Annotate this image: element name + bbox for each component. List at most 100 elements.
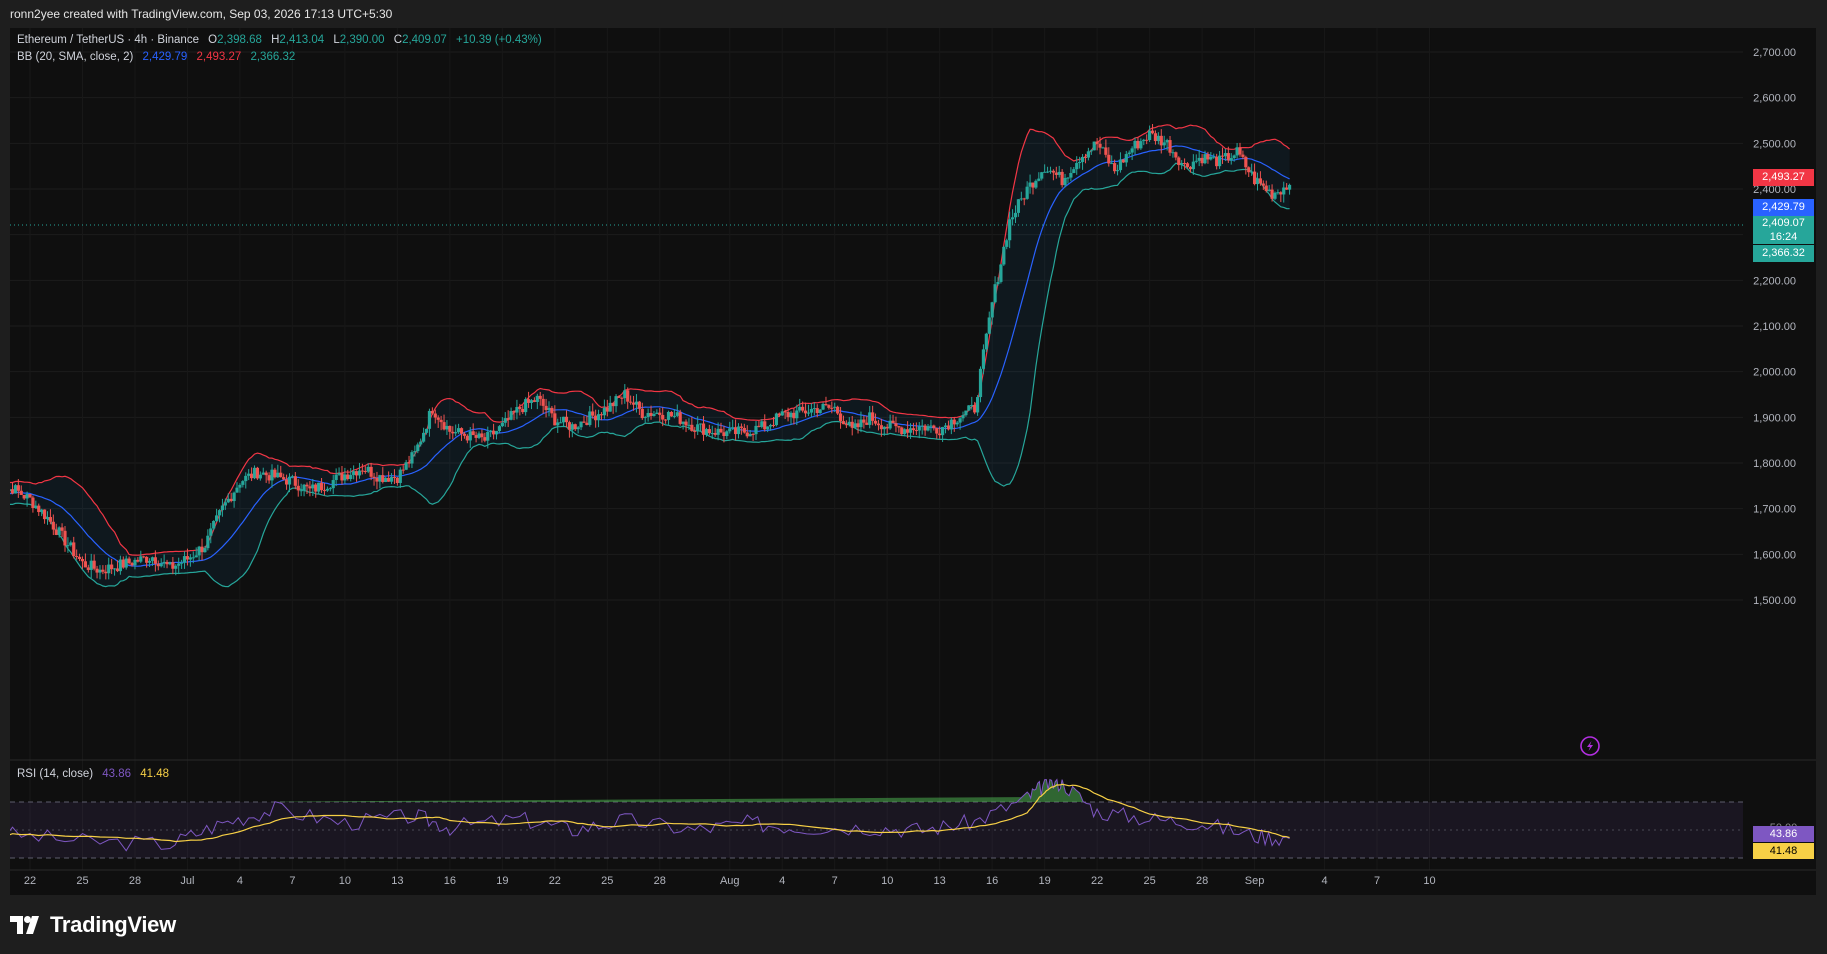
candle-body (1244, 156, 1248, 168)
candle-body (599, 414, 604, 416)
candle-body (136, 559, 140, 562)
candle-body (914, 430, 918, 432)
rsi-overbought-fill (274, 779, 1084, 802)
candle-body (95, 568, 99, 573)
candle-body (739, 426, 744, 428)
candle-body (147, 560, 152, 563)
candle-body (177, 563, 181, 566)
price-tick-label: 2,100.00 (1753, 321, 1796, 333)
candle-body (798, 406, 802, 411)
candle-body (836, 406, 840, 414)
candle-body (1241, 154, 1245, 157)
brand-name: TradingView (50, 912, 176, 937)
candle-body (1095, 141, 1099, 144)
candle-body (713, 433, 717, 435)
candle-body (1247, 167, 1251, 173)
candle-body (978, 368, 983, 398)
candle-body (649, 412, 653, 416)
candle-body (130, 563, 134, 566)
candle-body (1005, 240, 1009, 247)
candle-body (424, 428, 429, 433)
candle-body (766, 426, 770, 430)
price-axis[interactable]: 1,500.00 1,600.00 1,700.00 1,800.00 1,900.00… (1753, 47, 1796, 607)
symbol-label[interactable]: Ethereum / TetherUS · 4h · Binance (17, 34, 199, 46)
candle-body (366, 466, 370, 472)
candle-body (427, 410, 432, 429)
candle-body (337, 473, 341, 475)
candle-body (340, 473, 344, 481)
candle-body (559, 422, 563, 424)
candle-body (1206, 154, 1210, 160)
candle-body (897, 426, 901, 428)
countdown-value: 16:24 (1769, 231, 1798, 243)
candle-body (299, 490, 303, 492)
candle-body (375, 477, 379, 482)
candle-body (188, 557, 192, 560)
candle-body (162, 561, 166, 564)
candle-body (28, 494, 32, 498)
candle-body (856, 423, 860, 428)
candle-body (556, 422, 560, 426)
time-axis[interactable]: 22 25 28 Jul 4 7 10 13 16 19 22 25 28 Aug 4 7 10 13 16 19 22… (24, 875, 1436, 887)
candle-body (457, 428, 461, 433)
candle-body (809, 409, 813, 413)
candle-body (707, 429, 711, 434)
candle-body (395, 477, 399, 483)
bb-basis-line (0, 145, 1290, 567)
candle-body (419, 441, 423, 445)
candle-body (1153, 133, 1158, 142)
candle-body (675, 412, 679, 416)
candle-body (567, 422, 571, 430)
candle-body (346, 474, 350, 480)
candle-body (357, 470, 362, 476)
candle-body (454, 432, 458, 434)
candle-body (1104, 147, 1108, 155)
candle-body (952, 419, 956, 425)
lightning-icon[interactable] (1580, 736, 1600, 756)
candle-body (171, 562, 175, 569)
chart-area[interactable]: 1,500.00 1,600.00 1,700.00 1,800.00 1,900.00… (0, 28, 1816, 895)
candle-body (223, 502, 227, 506)
time-tick-label: 19 (496, 875, 508, 887)
candle-body (197, 546, 201, 556)
candle-body (780, 411, 784, 416)
bb-lower-line (0, 162, 1290, 588)
candle-body (319, 482, 324, 491)
candle-body (112, 568, 117, 570)
candle-body (553, 413, 557, 426)
price-tick-label: 2,200.00 (1753, 275, 1796, 287)
candle-body (37, 505, 41, 513)
candle-body (206, 535, 210, 549)
candle-body (1139, 141, 1143, 149)
candle-body (159, 563, 163, 567)
candle-body (885, 426, 889, 429)
candle-body (827, 405, 831, 408)
candle-body (360, 470, 364, 472)
time-tick-label: 22 (24, 875, 36, 887)
bb-label[interactable]: BB (20, SMA, close, 2) (17, 51, 133, 63)
candle-body (363, 471, 367, 473)
chart-canvas[interactable]: 1,500.00 1,600.00 1,700.00 1,800.00 1,900.00… (0, 28, 1816, 895)
price-tick-label: 1,500.00 (1753, 595, 1796, 607)
candle-body (494, 431, 499, 435)
candle-body (961, 415, 965, 419)
time-tick-label: 10 (339, 875, 351, 887)
candle-body (1008, 219, 1012, 241)
candle-body (448, 425, 452, 432)
candle-body (1060, 171, 1064, 186)
tradingview-brand[interactable]: TradingView (10, 905, 176, 945)
candle-body (1025, 186, 1029, 199)
candle-body (783, 411, 787, 413)
time-tick-label: 7 (289, 875, 295, 887)
candle-body (220, 505, 225, 511)
candle-body (392, 476, 397, 478)
candle-body (981, 349, 986, 369)
rsi-label[interactable]: RSI (14, close) (17, 768, 93, 780)
time-tick-label: Sep (1245, 875, 1265, 887)
candle-body (1031, 182, 1035, 188)
candle-body (212, 520, 216, 529)
candle-body (911, 428, 916, 431)
low-value: 2,390.00 (339, 34, 385, 46)
candle-body (888, 420, 892, 429)
candle-body (1037, 178, 1041, 181)
